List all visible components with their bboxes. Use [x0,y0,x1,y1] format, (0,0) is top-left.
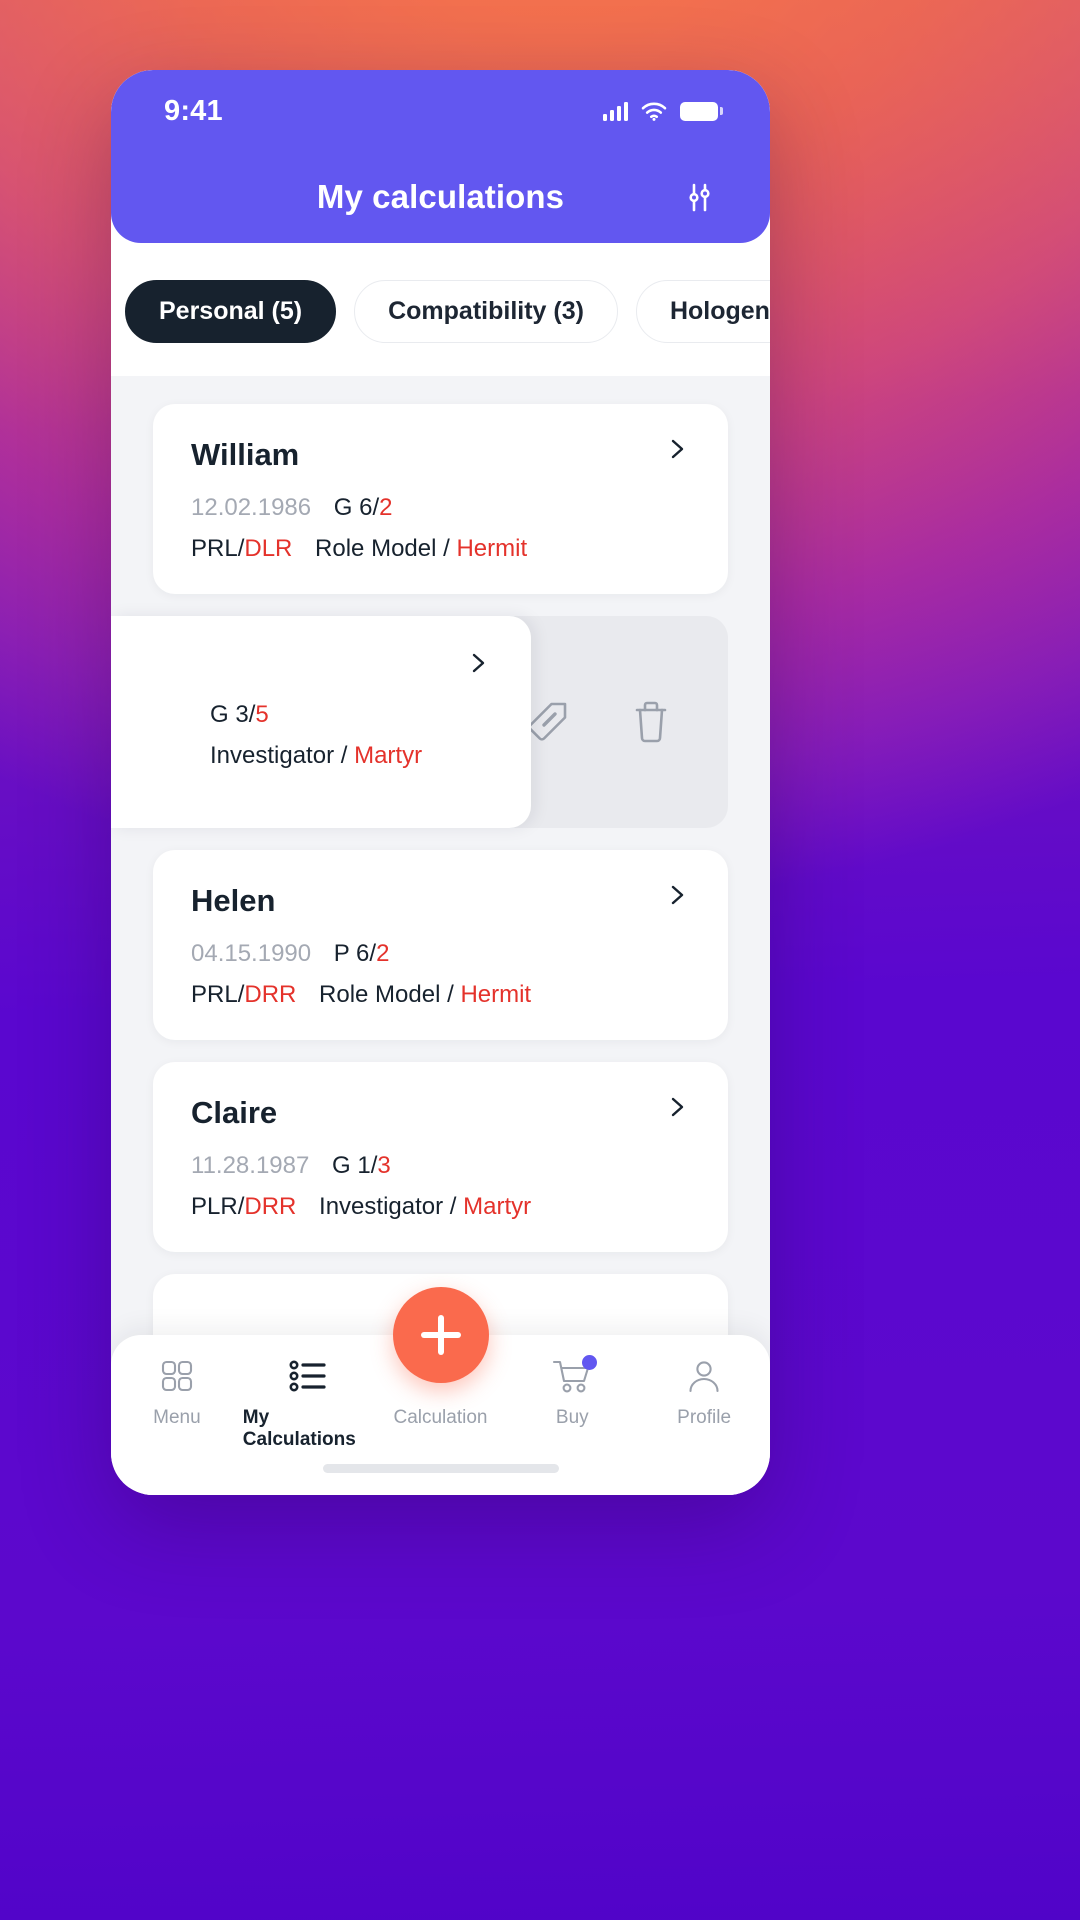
cart-badge-dot [582,1355,598,1370]
page-title: My calculations [316,178,565,215]
card-archetype-left: Investigator / [319,1193,464,1221]
card-code-right: 3 [377,1152,391,1180]
list-bullets-icon [288,1355,330,1397]
card-archetype-left: Role Model / [315,535,457,563]
sliders-filter-icon[interactable] [676,174,722,220]
card-meta-primary: 12.02.1986 G 6/2 [191,493,690,523]
tabs-bar: Personal (5) Compatibility (3) Hologenet… [111,243,770,376]
nav-item-calculation-label: Calculation [393,1407,488,1428]
grid-menu-icon [158,1355,196,1397]
tab-compatibility[interactable]: Compatibility (3) [354,280,618,343]
card-profile-left: PRL/ [191,981,245,1009]
nav-item-menu[interactable]: Menu [111,1355,243,1429]
wifi-icon [641,102,667,121]
card-code-right: 2 [376,940,390,968]
header-title-row: My calculations [111,162,770,232]
card-archetype-right: Hermit [456,535,528,563]
cellular-signal-icon [602,101,628,121]
nav-item-menu-label: Menu [153,1407,201,1428]
card-code-prefix: G [333,494,353,522]
nav-item-buy[interactable]: Buy [506,1355,638,1429]
card-archetype-right: Martyr [354,742,423,770]
home-indicator [322,1464,559,1473]
chevron-right-icon[interactable] [467,652,489,674]
card-date: 11.28.1987 [191,1152,310,1180]
nav-item-profile[interactable]: Profile [638,1355,770,1429]
status-bar-icons [602,101,723,121]
card-profile-left: PLR/ [191,1193,245,1221]
card-code-left: 6/ [356,940,377,968]
card-archetype-right: Hermit [460,981,532,1009]
tabs-scroller[interactable]: Personal (5) Compatibility (3) Hologenet… [125,280,770,343]
calculation-card-claire[interactable]: Claire 11.28.1987 G 1/3 PLR/DRR Investig… [153,1062,728,1253]
calculation-card-swiped[interactable]: G 3/5 Investigator / Martyr [111,616,728,829]
card-meta-primary: 11.28.1987 G 1/3 [191,1151,690,1181]
card-meta-secondary: Investigator / Martyr [210,741,493,771]
status-bar: 9:41 [111,70,770,142]
card-profile-right: DRR [244,981,297,1009]
app-header: 9:41 My calculations [111,70,770,243]
card-code-left: 3/ [235,701,256,729]
chevron-right-icon[interactable] [666,438,688,460]
nav-item-my-calculations[interactable]: My Calculations [243,1355,375,1451]
card-meta-secondary: PRL/DLR Role Model / Hermit [191,534,690,564]
card-date: 04.15.1990 [191,940,312,968]
card-archetype-left: Role Model / [319,981,461,1009]
card-archetype-left: Investigator / [210,742,355,770]
trash-delete-icon[interactable] [620,691,682,753]
tab-hologenetics[interactable]: Hologenetics ( [635,280,770,343]
nav-item-buy-label: Buy [555,1407,589,1428]
card-code-prefix: G [332,1152,351,1180]
card-profile-right: DLR [244,535,293,563]
shopping-cart-icon [551,1355,598,1397]
card-code-right: 2 [379,494,393,522]
card-name: Claire [191,1095,278,1131]
calculation-card-helen[interactable]: Helen 04.15.1990 P 6/2 PRL/DRR Role Mode… [153,850,728,1041]
card-code-left: 1/ [357,1152,378,1180]
card-date: 12.02.1986 [191,494,312,522]
card-code-right: 5 [255,701,269,729]
tab-compatibility-label: Compatibility (3) [388,297,584,325]
tab-personal[interactable]: Personal (5) [125,280,337,343]
tab-personal-label: Personal (5) [159,297,303,325]
swipe-card-front[interactable]: G 3/5 Investigator / Martyr [111,616,531,829]
card-name: Helen [191,883,276,919]
chevron-right-icon[interactable] [666,1096,688,1118]
status-bar-time: 9:41 [164,94,223,127]
nav-item-profile-label: Profile [677,1407,732,1428]
nav-item-my-calculations-label: My Calculations [242,1407,356,1450]
card-code-prefix: G [210,701,229,729]
card-code-left: 6/ [359,494,380,522]
chevron-right-icon[interactable] [666,884,688,906]
card-code-prefix: P [333,940,350,968]
card-archetype-right: Martyr [463,1193,532,1221]
battery-full-icon [680,101,723,121]
card-name: William [191,437,300,472]
card-meta-primary: 04.15.1990 P 6/2 [191,939,690,969]
card-profile-right: DRR [244,1193,297,1221]
calculation-card-william[interactable]: William 12.02.1986 G 6/2 PRL/DLR Role Mo… [153,404,728,595]
phone-screen: 9:41 My calculations Personal (5) Compat… [111,70,770,1495]
add-calculation-fab[interactable] [392,1287,489,1383]
card-meta-secondary: PLR/DRR Investigator / Martyr [191,1192,690,1222]
tab-hologenetics-label: Hologenetics ( [669,297,770,325]
bottom-navigation: Menu My Calculations Calculation Buy Pro… [111,1287,770,1495]
card-meta-primary: G 3/5 [210,700,493,730]
card-profile-left: PRL/ [191,535,245,563]
card-meta-secondary: PRL/DRR Role Model / Hermit [191,980,690,1010]
person-profile-icon [685,1355,723,1397]
